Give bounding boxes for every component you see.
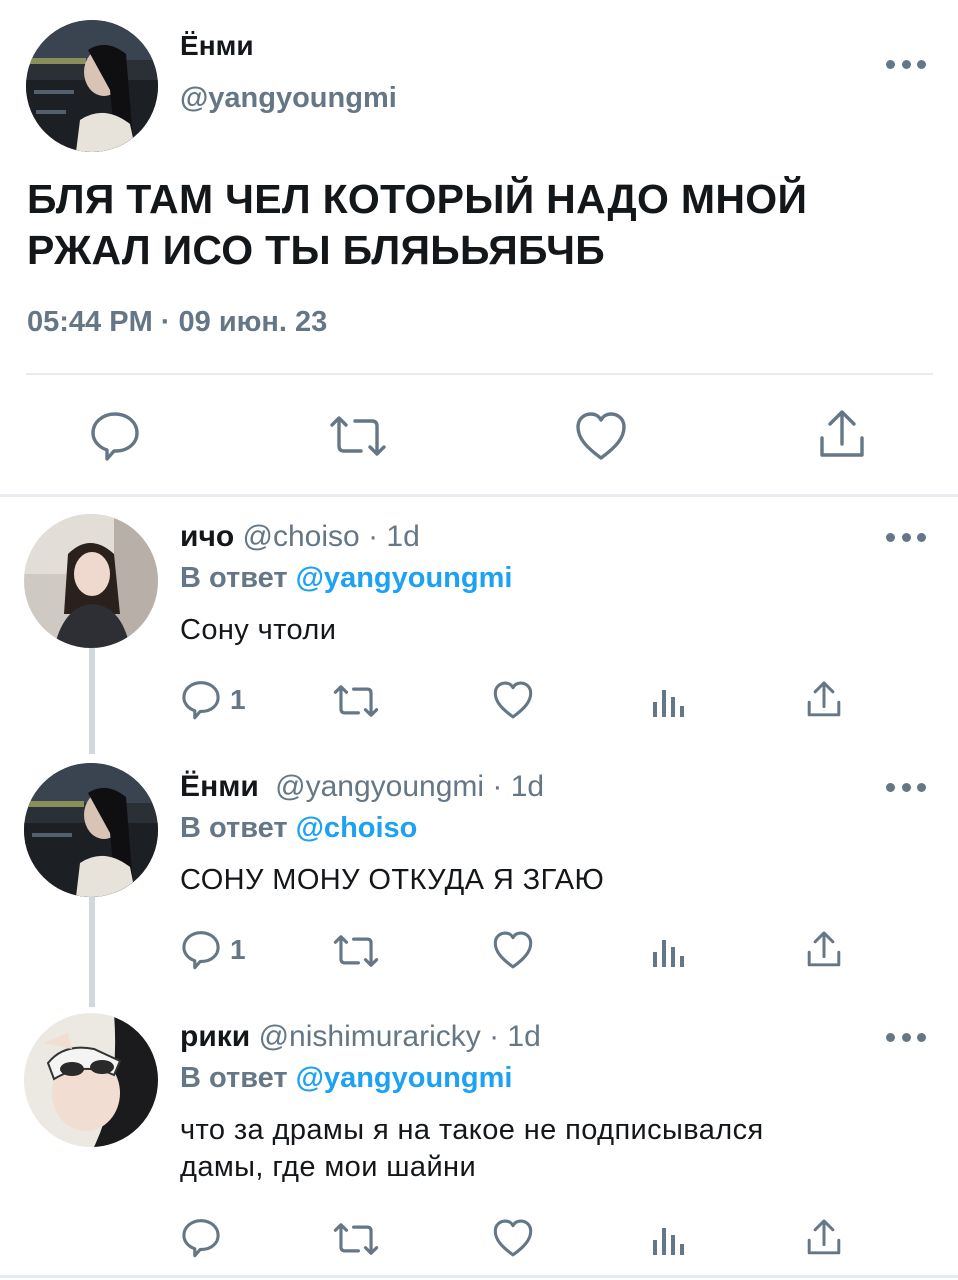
timestamp: 05:44 PM · 09 июн. 23 (27, 306, 328, 338)
share-icon[interactable] (804, 680, 844, 720)
heart-icon[interactable] (492, 680, 534, 720)
retweet-icon[interactable] (332, 682, 380, 720)
reply-count: 1 (230, 684, 246, 715)
username[interactable]: @yangyoungmi (180, 82, 397, 115)
reply-icon[interactable] (180, 1216, 222, 1258)
retweet-icon[interactable] (332, 1220, 380, 1258)
reply-text-line: дамы, где мои шайни (180, 1151, 477, 1183)
reply-context: В ответ @yangyoungmi (180, 562, 512, 595)
display-name[interactable]: Ёнми (180, 770, 259, 803)
username[interactable]: @nishimuraricky (259, 1020, 481, 1053)
divider (0, 1275, 958, 1278)
reply-icon[interactable] (88, 408, 142, 462)
username[interactable]: @yangyoungmi (275, 770, 484, 803)
reply-icon[interactable] (180, 928, 222, 970)
reply-header: ичо @choiso · 1d (180, 520, 420, 554)
thread-line (89, 648, 95, 754)
analytics-icon[interactable] (652, 934, 686, 968)
analytics-icon[interactable] (652, 1222, 686, 1256)
reply-time: · 1d (492, 770, 545, 803)
more-icon[interactable] (886, 527, 926, 547)
tweet-text-line: БЛЯ ТАМ ЧЕЛ КОТОРЫЙ НАДО МНОЙ (27, 176, 808, 222)
display-name[interactable]: Ёнми (180, 30, 254, 62)
avatar[interactable] (24, 514, 158, 648)
avatar[interactable] (26, 20, 158, 152)
share-icon[interactable] (804, 1218, 844, 1258)
tweet-text: БЛЯ ТАМ ЧЕЛ КОТОРЫЙ НАДО МНОЙ РЖАЛ ИСО Т… (27, 174, 927, 276)
more-icon[interactable] (886, 54, 926, 74)
retweet-icon[interactable] (328, 412, 388, 460)
mention-link[interactable]: @yangyoungmi (296, 562, 513, 594)
username[interactable]: @choiso (243, 520, 360, 553)
reply-count: 1 (230, 934, 246, 965)
reply-prefix: В ответ (180, 1062, 296, 1094)
display-name[interactable]: рики (180, 1020, 250, 1053)
reply-header: Ёнми @yangyoungmi · 1d (180, 770, 544, 804)
reply-context: В ответ @yangyoungmi (180, 1062, 512, 1095)
avatar[interactable] (24, 763, 158, 897)
tweet-text-line: РЖАЛ ИСО ТЫ БЛЯЬЬЯБЧБ (27, 227, 606, 273)
divider (0, 494, 958, 497)
more-icon[interactable] (886, 1027, 926, 1047)
more-icon[interactable] (886, 777, 926, 797)
heart-icon[interactable] (492, 1218, 534, 1258)
reply-text: что за драмы я на такое не подписывался … (180, 1112, 920, 1186)
reply-text: СОНУ МОНУ ОТКУДА Я ЗГАЮ (180, 864, 605, 896)
heart-icon[interactable] (574, 410, 628, 462)
divider (26, 373, 933, 375)
share-icon[interactable] (816, 408, 868, 462)
reply-prefix: В ответ (180, 812, 296, 844)
reply-prefix: В ответ (180, 562, 296, 594)
reply-context: В ответ @choiso (180, 812, 417, 845)
thread-line (89, 897, 95, 1007)
reply-header: рики @nishimuraricky · 1d (180, 1020, 541, 1054)
reply-time: · 1d (368, 520, 420, 553)
reply-icon[interactable] (180, 678, 222, 720)
reply-text-line: что за драмы я на такое не подписывался (180, 1114, 764, 1146)
retweet-icon[interactable] (332, 932, 380, 970)
reply-time: · 1d (489, 1020, 541, 1053)
share-icon[interactable] (804, 930, 844, 970)
avatar[interactable] (24, 1013, 158, 1147)
analytics-icon[interactable] (652, 684, 686, 718)
display-name[interactable]: ичо (180, 520, 234, 553)
heart-icon[interactable] (492, 930, 534, 970)
mention-link[interactable]: @yangyoungmi (296, 1062, 513, 1094)
mention-link[interactable]: @choiso (296, 812, 418, 844)
reply-text: Сону чтоли (180, 614, 337, 646)
